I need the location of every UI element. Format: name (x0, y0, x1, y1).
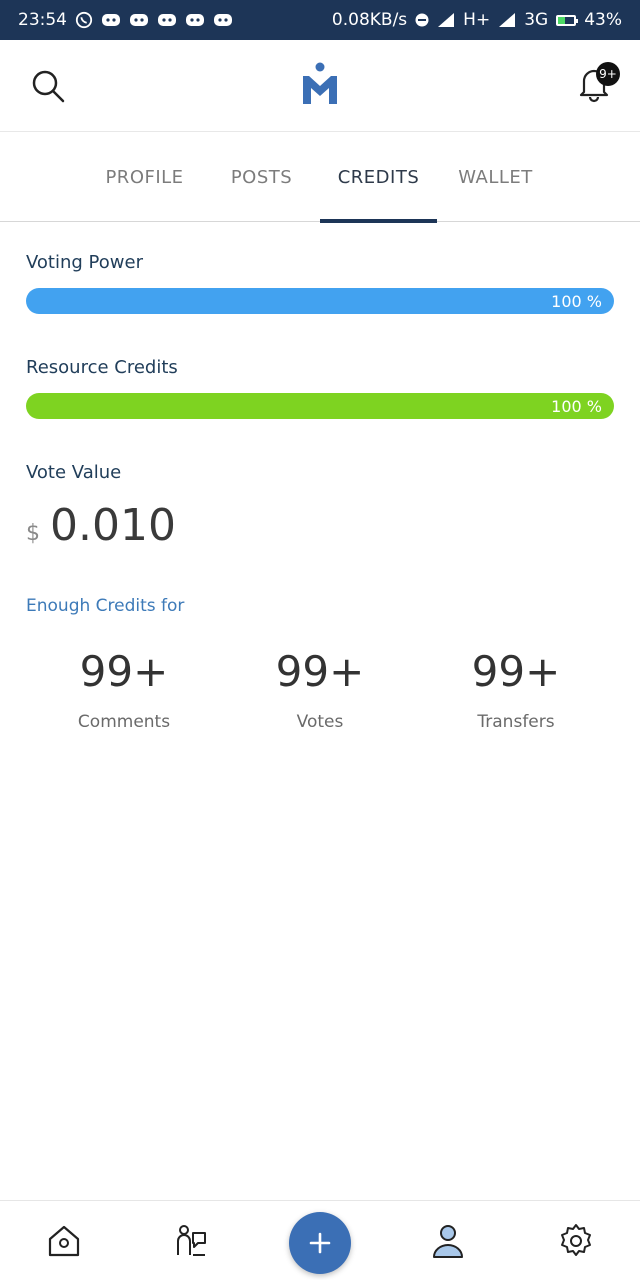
battery-icon (556, 14, 579, 26)
credit-stats: 99+ Comments 99+ Votes 99+ Transfers (26, 640, 614, 733)
vote-value-label: Vote Value (26, 462, 122, 483)
stat-votes-value: 99+ (275, 646, 365, 696)
vote-value-currency: $ (26, 521, 40, 546)
tab-wallet[interactable]: WALLET (437, 132, 554, 222)
status-time: 23:54 (18, 10, 67, 30)
do-not-disturb-icon (415, 13, 429, 27)
stat-votes: 99+ Votes (222, 640, 418, 733)
resource-credits-label: Resource Credits (26, 357, 178, 378)
network-type: H+ (463, 10, 491, 30)
signal-icon (437, 12, 455, 28)
stat-comments-label: Comments (77, 712, 171, 732)
stat-transfers-label: Transfers (477, 712, 555, 732)
voting-power-label: Voting Power (26, 252, 143, 273)
battery-level: 43% (584, 10, 622, 30)
voting-power-value: 100 % (551, 291, 602, 311)
profile-icon[interactable] (428, 1221, 468, 1261)
app-logo[interactable] (300, 62, 340, 106)
network-speed: 0.08KB/s (331, 10, 408, 30)
stat-comments: 99+ Comments (26, 640, 222, 733)
add-icon (309, 1232, 331, 1254)
stat-votes-label: Votes (296, 712, 344, 732)
stat-transfers: 99+ Transfers (418, 640, 614, 733)
tab-credits[interactable]: CREDITS (320, 132, 437, 223)
discord-icon (129, 12, 149, 28)
enough-credits-label: Enough Credits for (26, 596, 185, 616)
search-icon[interactable] (30, 68, 66, 104)
carrier-label: 3G (524, 10, 549, 30)
vote-value: $ 0.010 (26, 500, 176, 551)
community-icon[interactable] (171, 1221, 211, 1261)
discord-icon (213, 12, 233, 28)
tab-posts[interactable]: POSTS (203, 132, 320, 222)
tab-bar: PROFILE POSTS CREDITS WALLET (0, 132, 640, 223)
settings-icon[interactable] (556, 1221, 596, 1261)
vote-value-amount: 0.010 (50, 500, 176, 551)
status-right: 0.08KB/s H+ 3G 43% (332, 10, 622, 30)
stat-transfers-value: 99+ (471, 646, 561, 696)
voting-power-bar: 100 % (26, 288, 614, 314)
stat-comments-value: 99+ (79, 646, 169, 696)
home-icon[interactable] (44, 1221, 84, 1261)
discord-icon (101, 12, 121, 28)
tab-profile[interactable]: PROFILE (86, 132, 203, 222)
signal-icon (498, 12, 516, 28)
discord-icon (157, 12, 177, 28)
whatsapp-icon (75, 11, 93, 29)
resource-credits-bar: 100 % (26, 393, 614, 419)
discord-icon (185, 12, 205, 28)
resource-credits-value: 100 % (551, 396, 602, 416)
notification-badge: 9+ (596, 62, 620, 86)
status-bar: 23:54 0.08KB/s H+ 3G 43% (0, 0, 640, 40)
app-header (0, 40, 640, 132)
add-button[interactable] (289, 1212, 351, 1274)
status-left: 23:54 (18, 10, 233, 30)
